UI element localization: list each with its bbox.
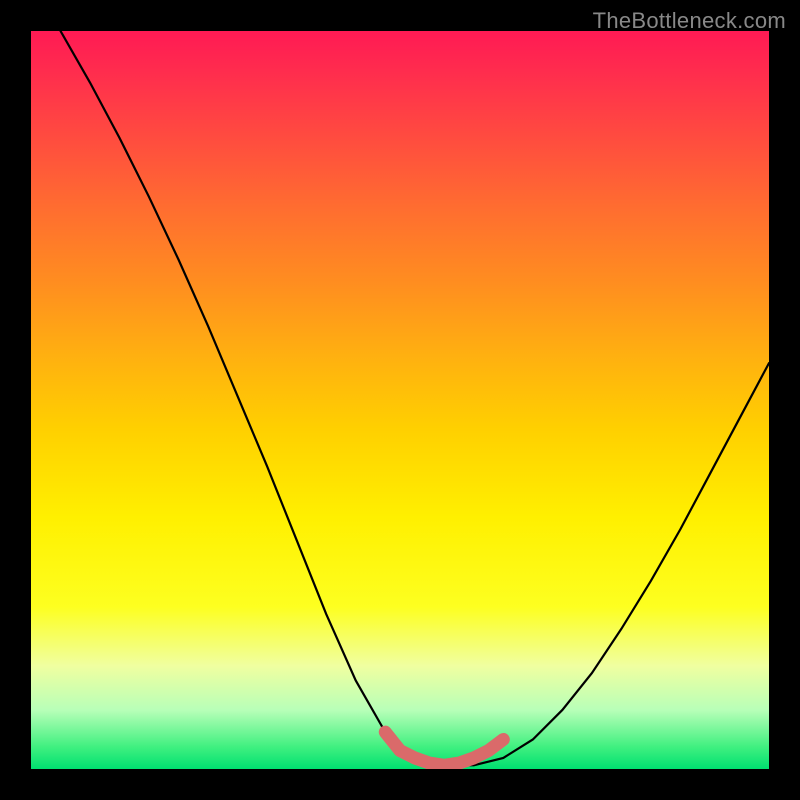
plot-area (31, 31, 769, 769)
attribution-text: TheBottleneck.com (593, 8, 786, 34)
bottleneck-curve (61, 31, 769, 765)
curve-svg (31, 31, 769, 769)
chart-container: TheBottleneck.com (0, 0, 800, 800)
optimal-highlight (385, 732, 503, 765)
